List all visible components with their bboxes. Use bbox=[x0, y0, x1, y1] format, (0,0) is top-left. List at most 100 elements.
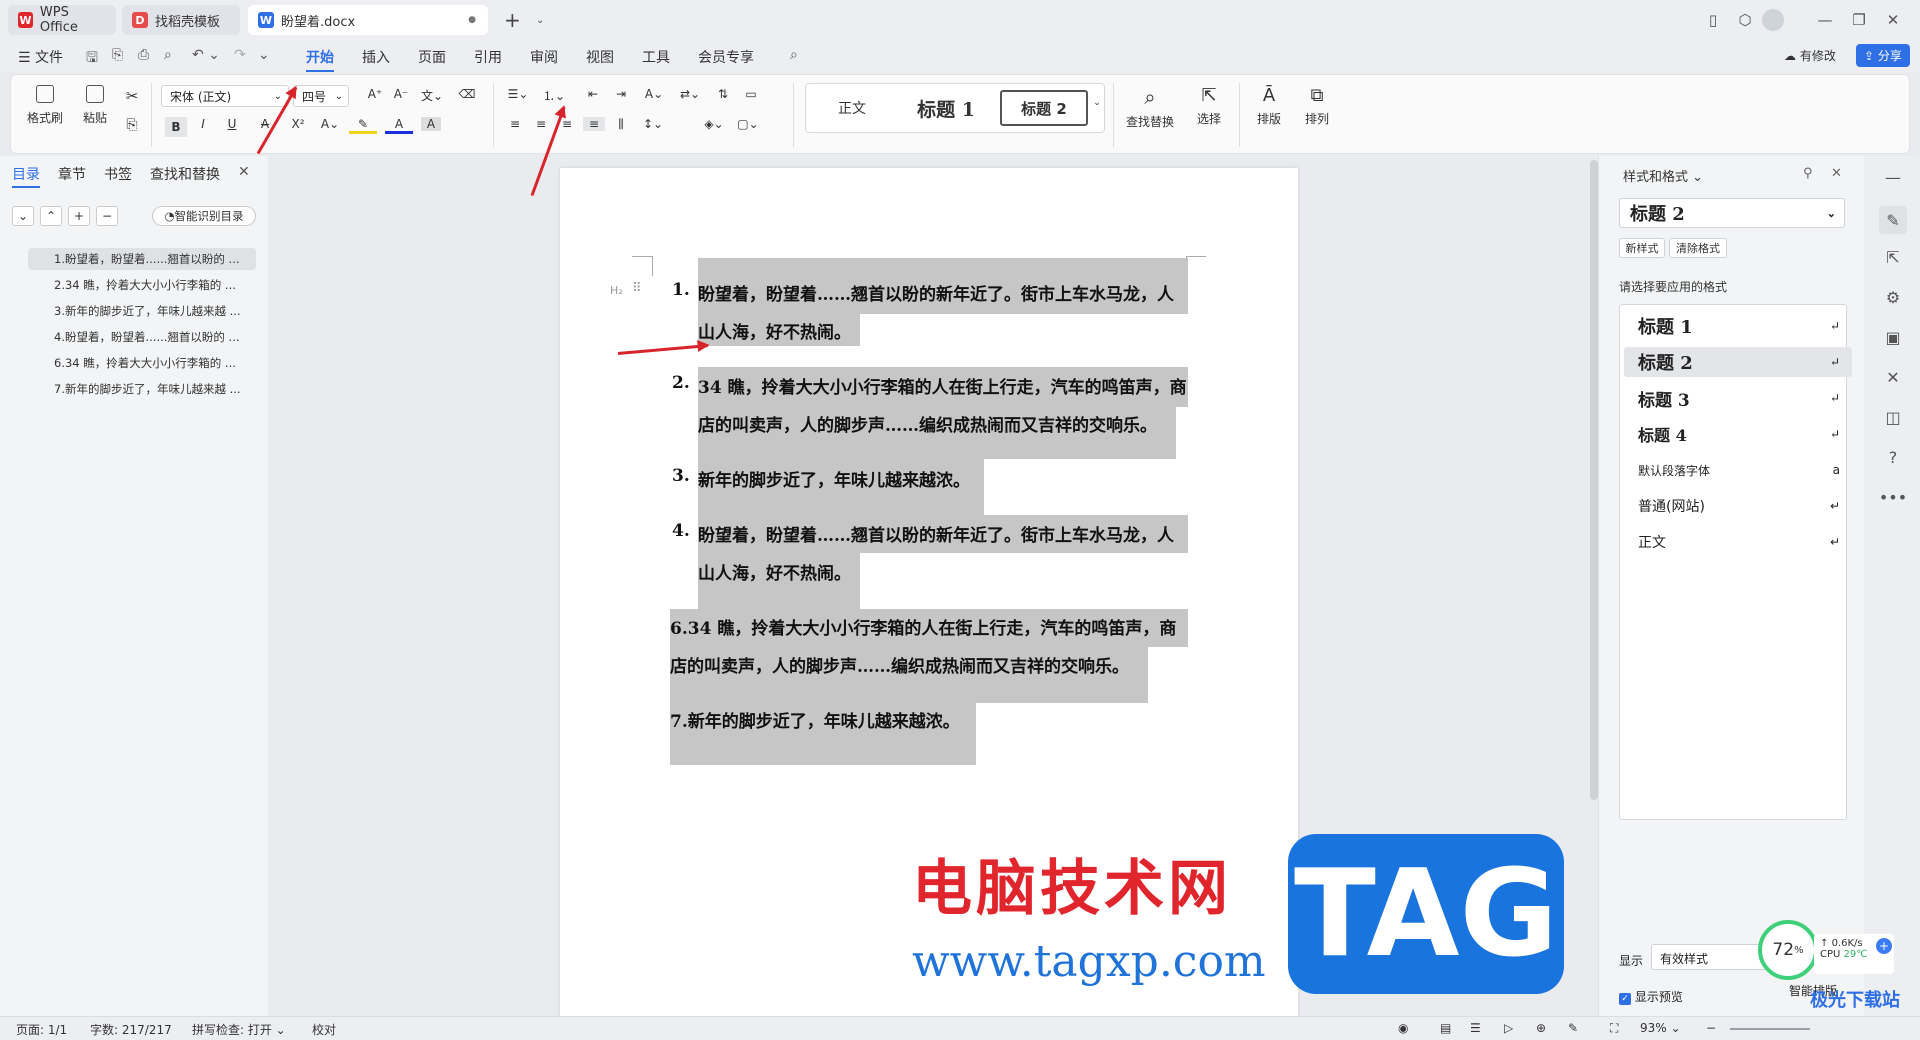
copy-icon[interactable]: ⎘ bbox=[121, 117, 143, 133]
close-icon[interactable]: ✕ bbox=[238, 164, 250, 180]
style-item-heading-4[interactable]: 标题 4 ↵ bbox=[1624, 419, 1852, 449]
style-heading-1[interactable]: 标题 1 bbox=[898, 92, 994, 124]
tab-find-replace[interactable]: 查找和替换 bbox=[150, 164, 220, 184]
image-edit-icon[interactable]: ▣ bbox=[1882, 326, 1904, 348]
sort-icon[interactable]: ⇅ bbox=[713, 87, 733, 101]
book-icon[interactable]: ◫ bbox=[1882, 406, 1904, 428]
style-item-normal[interactable]: 正文 ↵ bbox=[1624, 527, 1852, 557]
page-count[interactable]: 页面: 1/1 bbox=[16, 1021, 67, 1038]
superscript-icon[interactable]: X² bbox=[285, 117, 311, 131]
shrink-font-icon[interactable]: A⁻ bbox=[391, 87, 411, 101]
web-view-icon[interactable]: ⊕ bbox=[1536, 1021, 1546, 1035]
layout-button[interactable]: Ā 排版 bbox=[1247, 85, 1291, 127]
current-style-select[interactable]: 标题 2 ⌄ bbox=[1619, 198, 1845, 228]
doc-line[interactable]: 山人海，好不热闹。 bbox=[698, 559, 851, 584]
more-icon[interactable]: ••• bbox=[1879, 486, 1907, 508]
adjust-icon[interactable]: ⚙ bbox=[1882, 286, 1904, 308]
spell-check[interactable]: 拼写检查: 打开 ⌄ bbox=[192, 1021, 286, 1038]
tab-list-chevron-icon[interactable]: ⌄ bbox=[526, 5, 546, 35]
menu-review[interactable]: 审阅 bbox=[530, 47, 558, 67]
undo-icon[interactable]: ↶ ⌄ bbox=[192, 47, 220, 63]
bullets-icon[interactable]: ☰⌄ bbox=[505, 87, 531, 101]
doc-line[interactable]: 店的叫卖声，人的脚步声……编织成热闹而又吉祥的交响乐。 bbox=[698, 411, 1157, 436]
menu-member[interactable]: 会员专享 bbox=[698, 47, 754, 67]
zoom-out-icon[interactable]: − bbox=[1706, 1021, 1716, 1035]
doc-line[interactable]: 7.新年的脚步近了，年味儿越来越浓。 bbox=[670, 707, 960, 732]
tab-document[interactable]: W 盼望着.docx ● bbox=[248, 5, 488, 35]
modified-status[interactable]: ☁ 有修改 bbox=[1784, 47, 1836, 64]
clear-format-button[interactable]: 清除格式 bbox=[1669, 238, 1727, 258]
preview-icon[interactable]: ⌕ bbox=[164, 47, 172, 63]
phonetic-icon[interactable]: 文⌄ bbox=[417, 87, 447, 104]
close-tab-dot-icon[interactable]: ● bbox=[468, 15, 476, 25]
toc-item[interactable]: 7.新年的脚步近了，年味儿越来越 ... bbox=[28, 378, 256, 400]
toc-item[interactable]: 6.34 瞧，拎着大大小小行李箱的 ... bbox=[28, 352, 256, 374]
eraser-icon[interactable]: ⌫ bbox=[457, 87, 477, 101]
minimize-pane-icon[interactable]: — bbox=[1882, 166, 1904, 188]
numbering-icon[interactable]: ⒈⌄ bbox=[541, 87, 567, 104]
smart-toc-button[interactable]: ◔ 智能识别目录 bbox=[152, 206, 256, 226]
search-icon[interactable]: ⌕ bbox=[790, 47, 798, 63]
zoom-slider[interactable] bbox=[1730, 1028, 1810, 1030]
new-tab-button[interactable]: + bbox=[494, 5, 528, 35]
menu-tools[interactable]: 工具 bbox=[642, 47, 670, 67]
fit-icon[interactable]: ⛶ bbox=[1610, 1021, 1618, 1036]
text-direction-icon[interactable]: A⌄ bbox=[641, 87, 667, 101]
menu-insert[interactable]: 插入 bbox=[362, 47, 390, 67]
select-pointer-icon[interactable]: ⇱ bbox=[1882, 246, 1904, 268]
tab-bookmarks[interactable]: 书签 bbox=[104, 164, 132, 184]
show-filter-select[interactable]: 有效样式 bbox=[1651, 944, 1771, 970]
char-shading-icon[interactable]: A bbox=[421, 117, 441, 131]
menu-view[interactable]: 视图 bbox=[586, 47, 614, 67]
share-button[interactable]: ⇪ 分享 bbox=[1856, 44, 1910, 67]
toc-item[interactable]: 3.新年的脚步近了，年味儿越来越 ... bbox=[28, 300, 256, 322]
sort-direction-icon[interactable]: ⇄⌄ bbox=[677, 87, 703, 101]
doc-line[interactable]: 山人海，好不热闹。 bbox=[698, 318, 851, 343]
find-replace-button[interactable]: ⌕ 查找替换 bbox=[1119, 85, 1181, 130]
justify-icon[interactable]: ≡ bbox=[583, 117, 605, 131]
font-name-select[interactable]: 宋体 (正文) ⌄ bbox=[161, 85, 289, 107]
style-item-heading-1[interactable]: 标题 1 ↵ bbox=[1624, 311, 1852, 341]
distribute-icon[interactable]: ⫼ bbox=[611, 117, 631, 132]
text-effect-icon[interactable]: A⌄ bbox=[317, 117, 343, 131]
italic-button[interactable]: I bbox=[193, 117, 213, 131]
more-chevron-icon[interactable]: ⌄ bbox=[258, 47, 270, 63]
style-item-default-font[interactable]: 默认段落字体 a bbox=[1624, 455, 1852, 485]
style-item-web[interactable]: 普通(网站) ↵ bbox=[1624, 491, 1852, 521]
word-count[interactable]: 字数: 217/217 bbox=[90, 1021, 172, 1038]
plus-icon[interactable]: + bbox=[1876, 938, 1892, 954]
print-icon[interactable]: ⎙ bbox=[138, 47, 149, 63]
save-icon[interactable]: 🖫 bbox=[86, 47, 98, 71]
doc-line[interactable]: 新年的脚步近了，年味儿越来越浓。 bbox=[698, 466, 970, 491]
highlight-icon[interactable]: ✎ bbox=[349, 117, 377, 134]
eye-icon[interactable]: ◉ bbox=[1398, 1021, 1408, 1035]
grow-font-icon[interactable]: A⁺ bbox=[365, 87, 385, 101]
align-center-icon[interactable]: ≡ bbox=[531, 117, 551, 131]
edit-style-icon[interactable]: ✎ bbox=[1879, 206, 1907, 234]
cube-icon[interactable]: ⬡ bbox=[1732, 8, 1758, 32]
close-icon[interactable]: ✕ bbox=[1831, 166, 1842, 181]
doc-line[interactable]: 盼望着，盼望着……翘首以盼的新年近了。街市上车水马龙，人 bbox=[698, 280, 1174, 305]
redo-icon[interactable]: ↷ bbox=[234, 47, 246, 63]
help-icon[interactable]: ? bbox=[1882, 446, 1904, 468]
doc-line[interactable]: 34 瞧，拎着大大小小行李箱的人在街上行走，汽车的鸣笛声，商 bbox=[698, 373, 1187, 398]
style-item-heading-2[interactable]: 标题 2 ↵ bbox=[1624, 347, 1852, 377]
menu-references[interactable]: 引用 bbox=[474, 47, 502, 67]
pin-icon[interactable]: ⚲ bbox=[1803, 166, 1813, 181]
borders-icon[interactable]: ▢⌄ bbox=[735, 117, 761, 131]
toc-item[interactable]: 1.盼望着，盼望着......翘首以盼的 ... bbox=[28, 248, 256, 270]
layout-icon[interactable]: ▯ bbox=[1700, 8, 1726, 32]
play-icon[interactable]: ▷ bbox=[1504, 1021, 1513, 1035]
decrease-indent-icon[interactable]: ⇤ bbox=[583, 87, 603, 101]
tab-template[interactable]: D 找稻壳模板 bbox=[122, 5, 240, 35]
doc-line[interactable]: 店的叫卖声，人的脚步声……编织成热闹而又吉祥的交响乐。 bbox=[670, 652, 1129, 677]
arrange-button[interactable]: ⧉ 排列 bbox=[1295, 85, 1339, 127]
close-icon[interactable]: ✕ bbox=[1880, 8, 1906, 32]
menu-home[interactable]: 开始 bbox=[306, 47, 334, 72]
collapse-chevron-icon[interactable]: ⌄ bbox=[12, 206, 34, 226]
page-view-icon[interactable]: ▤ bbox=[1440, 1021, 1451, 1035]
select-button[interactable]: ⇱ 选择 bbox=[1187, 85, 1231, 127]
shading-icon[interactable]: ◈⌄ bbox=[701, 117, 727, 131]
move-up-chevron-icon[interactable]: ⌃ bbox=[40, 206, 62, 226]
avatar[interactable] bbox=[1762, 9, 1784, 31]
